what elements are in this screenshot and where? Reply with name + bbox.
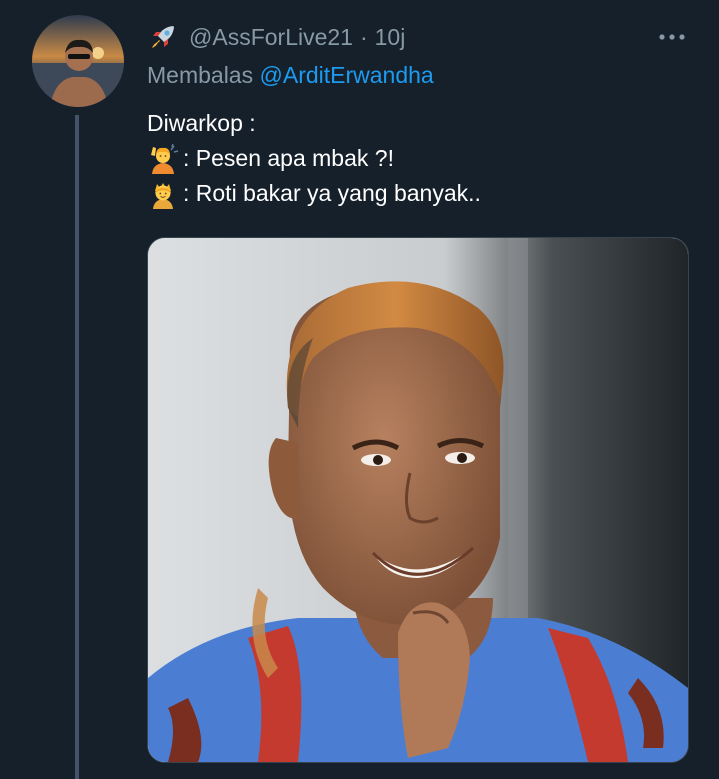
thread-line: [75, 115, 79, 779]
replying-to: Membalas @ArditErwandha: [147, 62, 434, 89]
separator-dot: ·: [359, 23, 368, 50]
tweet-timestamp[interactable]: 10j: [375, 24, 406, 51]
replying-mention-link[interactable]: @ArditErwandha: [260, 62, 434, 88]
tweet-line: : Pesen apa mbak ?!: [147, 141, 481, 176]
more-horizontal-icon: [659, 34, 685, 40]
more-options-button[interactable]: [655, 22, 689, 52]
tweet-text: Diwarkop : : Pesen apa mbak ?!: Roti ba…: [147, 106, 481, 211]
rocket-icon[interactable]: [147, 21, 179, 53]
author-handle[interactable]: @AssForLive21: [189, 24, 353, 51]
person-raising-hand-emoji: [151, 143, 179, 174]
tweet-line: : Roti bakar ya yang banyak..: [147, 176, 481, 211]
tweet-line-text: Diwarkop :: [147, 110, 256, 136]
tweet-line-text: : Roti bakar ya yang banyak..: [183, 180, 481, 206]
tweet-photo[interactable]: [147, 237, 689, 763]
avatar[interactable]: [32, 15, 124, 107]
replying-prefix: Membalas: [147, 62, 254, 88]
tweet: @AssForLive21 · 10j Membalas @ArditErwan…: [0, 0, 719, 779]
tweet-line: Diwarkop :: [147, 106, 481, 141]
tweet-line-text: : Pesen apa mbak ?!: [183, 145, 394, 171]
tweet-header: @AssForLive21 · 10j: [147, 20, 699, 54]
princess-emoji: [153, 182, 173, 209]
